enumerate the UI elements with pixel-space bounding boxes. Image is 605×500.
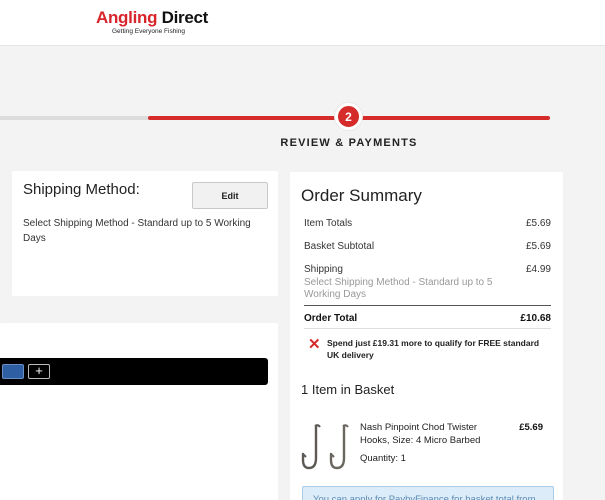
edit-shipping-button[interactable]: Edit <box>192 182 268 209</box>
order-summary-title: Order Summary <box>301 186 422 205</box>
close-x-icon: ✕ <box>308 336 321 353</box>
logo-tagline: Getting Everyone Fishing <box>112 28 185 35</box>
item-totals-value: £5.69 <box>525 218 551 229</box>
payment-method-bar: + <box>0 358 268 385</box>
product-price: £5.69 <box>519 422 543 433</box>
product-image-hooks[interactable] <box>300 422 356 472</box>
shipping-label: Shipping <box>304 264 343 275</box>
item-totals-label: Item Totals <box>304 218 353 229</box>
payment-card: + <box>0 323 278 500</box>
order-total-label: Order Total <box>304 313 358 324</box>
logo-word-angling: Angling <box>96 8 158 27</box>
free-delivery-text: Spend just £19.31 more to qualify for FR… <box>327 338 540 360</box>
basket-count-title[interactable]: 1 Item in Basket <box>301 382 394 397</box>
order-total-value: £10.68 <box>520 313 551 324</box>
product-name[interactable]: Nash Pinpoint Chod Twister Hooks, Size: … <box>360 421 500 447</box>
basket-subtotal-label: Basket Subtotal <box>304 241 375 252</box>
add-payment-button[interactable]: + <box>28 364 50 379</box>
product-quantity: Quantity: 1 <box>360 453 406 464</box>
logo-word-direct: Direct <box>161 8 209 27</box>
step-indicator: 2 <box>335 103 362 130</box>
angling-direct-logo[interactable]: Angling Direct Getting Everyone Fishing <box>96 8 209 36</box>
order-summary-card: Order Summary Item Totals £5.69 Basket S… <box>290 172 563 500</box>
shipping-value: £4.99 <box>525 264 551 275</box>
basket-subtotal-value: £5.69 <box>525 241 551 252</box>
shipping-method-card: Shipping Method: Edit Select Shipping Me… <box>12 171 278 296</box>
total-divider <box>304 305 551 306</box>
credit-card-icon[interactable] <box>2 364 24 379</box>
shipping-method-title: Shipping Method: <box>23 181 140 198</box>
progress-track-completed <box>0 116 150 120</box>
step-label: REVIEW & PAYMENTS <box>280 137 418 149</box>
total-divider-bottom <box>304 328 551 329</box>
shipping-method-detail: Select Shipping Method - Standard up to … <box>304 277 493 300</box>
logo-wordmark: Angling Direct <box>96 8 209 28</box>
site-header: Angling Direct Getting Everyone Fishing <box>0 0 605 46</box>
finance-notice: You can apply for PaybyFinance for baske… <box>302 486 554 500</box>
shipping-method-text: Select Shipping Method - Standard up to … <box>23 218 251 244</box>
